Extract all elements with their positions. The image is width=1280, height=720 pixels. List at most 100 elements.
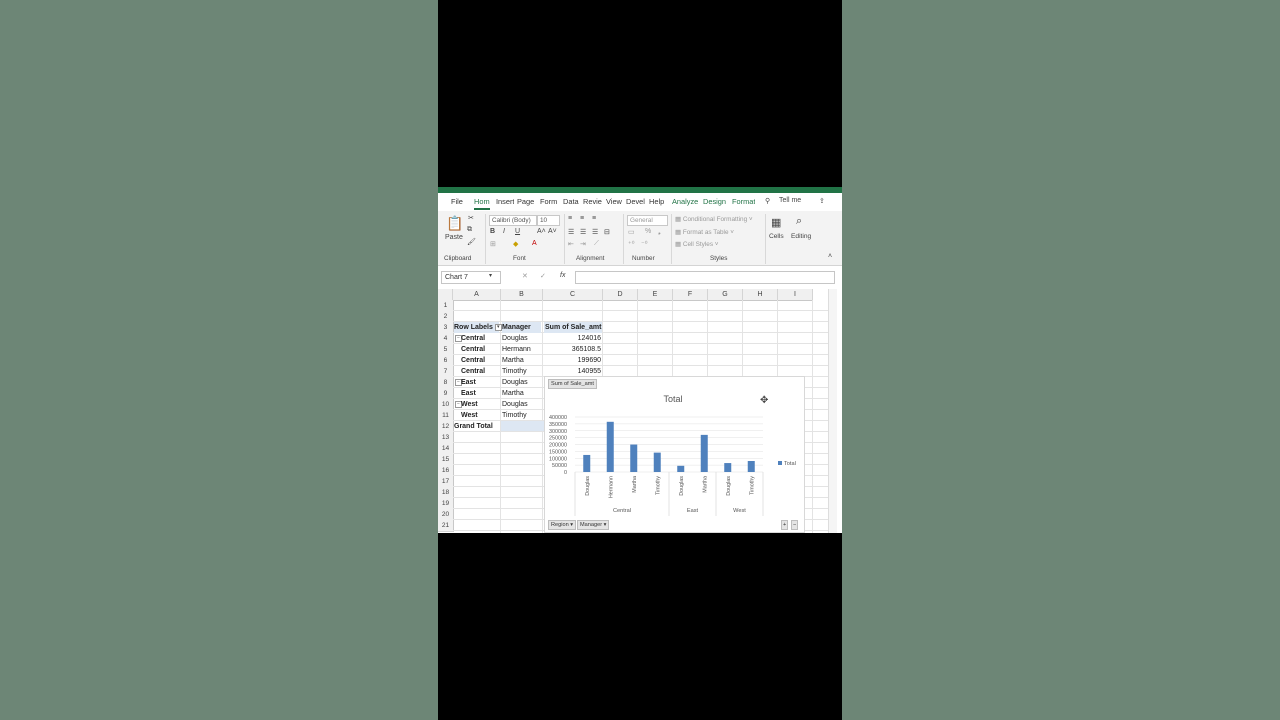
column-header-i[interactable]: I bbox=[778, 289, 813, 301]
format-as-table-button[interactable]: ▦ Format as Table ˅ bbox=[675, 228, 734, 236]
column-header-f[interactable]: F bbox=[673, 289, 708, 301]
x-tick-label: Douglas bbox=[726, 476, 732, 496]
column-header-b[interactable]: B bbox=[501, 289, 543, 301]
conditional-formatting-button[interactable]: ▦ Conditional Formatting ˅ bbox=[675, 215, 753, 223]
name-box-dropdown-icon[interactable]: ▾ bbox=[489, 272, 492, 279]
row-header-21[interactable]: 21 bbox=[438, 520, 454, 532]
tab-format[interactable]: Format bbox=[732, 196, 755, 208]
tab-hom[interactable]: Hom bbox=[474, 196, 490, 210]
y-tick-label: 0 bbox=[564, 470, 567, 476]
group-alignment: Alignment bbox=[576, 255, 605, 262]
font-size-combo[interactable]: 10 bbox=[537, 215, 560, 226]
decrease-indent-icon[interactable]: ⇤ bbox=[568, 240, 574, 248]
cells-button[interactable]: Cells bbox=[769, 233, 784, 240]
fill-color-icon[interactable]: ◆ bbox=[513, 240, 518, 248]
cancel-icon[interactable]: ✕ bbox=[522, 272, 528, 280]
increase-decimal-icon[interactable]: ⁺⁰ bbox=[628, 240, 635, 248]
collapse-ribbon-icon[interactable]: ˄ bbox=[828, 253, 832, 260]
tab-view[interactable]: View bbox=[606, 196, 622, 208]
font-color-icon[interactable]: A bbox=[532, 240, 537, 247]
copy-icon[interactable]: ⧉ bbox=[467, 226, 472, 234]
move-cursor-icon: ✥ bbox=[760, 395, 769, 406]
tab-revie[interactable]: Revie bbox=[583, 196, 602, 208]
merge-icon[interactable]: ⊟ bbox=[604, 228, 610, 236]
manager-field-button[interactable]: Manager ▾ bbox=[577, 520, 610, 530]
tab-analyze[interactable]: Analyze bbox=[672, 196, 698, 208]
align-right-icon[interactable]: ☰ bbox=[592, 228, 598, 236]
number-format-combo[interactable]: General bbox=[627, 215, 668, 226]
underline-icon[interactable]: U bbox=[515, 228, 520, 235]
paste-label[interactable]: Paste bbox=[445, 234, 463, 241]
row-labels-filter-icon[interactable]: ▾ bbox=[495, 324, 502, 331]
column-header-a[interactable]: A bbox=[453, 289, 501, 301]
cell-styles-button[interactable]: ▦ Cell Styles ˅ bbox=[675, 240, 719, 248]
tab-form[interactable]: Form bbox=[540, 196, 557, 208]
bar-timothy-3 bbox=[653, 452, 661, 472]
divider bbox=[671, 214, 672, 264]
tab-file[interactable]: File bbox=[451, 196, 463, 208]
font-name-combo[interactable]: Calibri (Body) bbox=[489, 215, 537, 226]
comma-icon[interactable]: ❟ bbox=[658, 228, 661, 236]
collapse-field-button[interactable]: − bbox=[791, 520, 799, 530]
legend-swatch bbox=[778, 461, 782, 465]
align-bottom-icon[interactable]: ≡ bbox=[592, 215, 596, 222]
column-header-h[interactable]: H bbox=[743, 289, 778, 301]
enter-icon[interactable]: ✓ bbox=[540, 272, 546, 280]
cut-icon[interactable]: ✂ bbox=[468, 214, 474, 222]
ribbon: 📋 Paste ✂ ⧉ 🖌 Clipboard Calibri (Body) 1… bbox=[438, 211, 842, 266]
tell-me-label[interactable]: Tell me bbox=[779, 197, 801, 204]
align-center-icon[interactable]: ☰ bbox=[580, 228, 586, 236]
accounting-format-icon[interactable]: ▭ bbox=[628, 228, 635, 236]
cells-icon[interactable]: ▦ bbox=[771, 216, 781, 229]
divider bbox=[623, 214, 624, 264]
decrease-decimal-icon[interactable]: ⁻⁰ bbox=[641, 240, 648, 248]
pivot-region-label: East bbox=[461, 379, 476, 386]
orientation-icon[interactable]: ⟋ bbox=[594, 240, 599, 248]
gridline bbox=[812, 300, 813, 533]
formula-input[interactable] bbox=[575, 271, 835, 284]
function-icon[interactable]: fx bbox=[560, 272, 565, 279]
editing-button[interactable]: Editing bbox=[791, 233, 811, 240]
format-painter-icon[interactable]: 🖌 bbox=[467, 238, 476, 246]
align-left-icon[interactable]: ☰ bbox=[568, 228, 574, 236]
divider bbox=[485, 214, 486, 264]
tab-data[interactable]: Data bbox=[563, 196, 579, 208]
vertical-scrollbar[interactable] bbox=[828, 289, 837, 533]
x-group-label: West bbox=[733, 508, 746, 514]
percent-icon[interactable]: % bbox=[645, 228, 651, 235]
bold-icon[interactable]: B bbox=[490, 228, 495, 235]
region-field-button[interactable]: Region ▾ bbox=[548, 520, 577, 530]
column-header-g[interactable]: G bbox=[708, 289, 743, 301]
tab-page[interactable]: Page bbox=[517, 196, 534, 208]
format-as-table-label: Format as Table bbox=[682, 229, 729, 236]
pivot-manager-label: Timothy bbox=[502, 412, 527, 419]
align-top-icon[interactable]: ≡ bbox=[568, 215, 572, 222]
decrease-font-icon[interactable]: A˅ bbox=[548, 228, 557, 235]
increase-font-icon[interactable]: A˄ bbox=[537, 228, 546, 235]
share-icon[interactable]: ⇪ bbox=[819, 197, 825, 205]
pivot-header-row-labels: Row Labels bbox=[454, 322, 499, 333]
bar-martha-2 bbox=[630, 444, 638, 472]
pivot-manager-label: Martha bbox=[502, 390, 524, 397]
column-header-c[interactable]: C bbox=[543, 289, 603, 301]
pivot-value: 199690 bbox=[577, 357, 601, 364]
column-header-e[interactable]: E bbox=[638, 289, 673, 301]
expand-field-button[interactable]: + bbox=[781, 520, 789, 530]
align-middle-icon[interactable]: ≡ bbox=[580, 215, 584, 222]
paste-icon[interactable]: 📋 bbox=[446, 215, 463, 232]
column-header-d[interactable]: D bbox=[603, 289, 638, 301]
divider bbox=[765, 214, 766, 264]
tab-insert[interactable]: Insert bbox=[496, 196, 514, 208]
italic-icon[interactable]: I bbox=[503, 228, 505, 235]
region-field-label: Region bbox=[551, 522, 569, 528]
increase-indent-icon[interactable]: ⇥ bbox=[580, 240, 586, 248]
pivot-region-label: West bbox=[461, 412, 478, 419]
tab-devel[interactable]: Devel bbox=[626, 196, 645, 208]
tab-design[interactable]: Design bbox=[703, 196, 726, 208]
bar-hermann-1 bbox=[606, 421, 614, 472]
tab-help[interactable]: Help bbox=[649, 196, 664, 208]
search-icon[interactable]: ⚲ bbox=[765, 197, 770, 205]
pivot-chart[interactable]: Sum of Sale_amt Total 0 50000 100000 150000 2… bbox=[544, 376, 805, 533]
borders-icon[interactable]: ⊞ bbox=[490, 240, 496, 248]
editing-icon[interactable]: ⌕ bbox=[796, 215, 802, 228]
